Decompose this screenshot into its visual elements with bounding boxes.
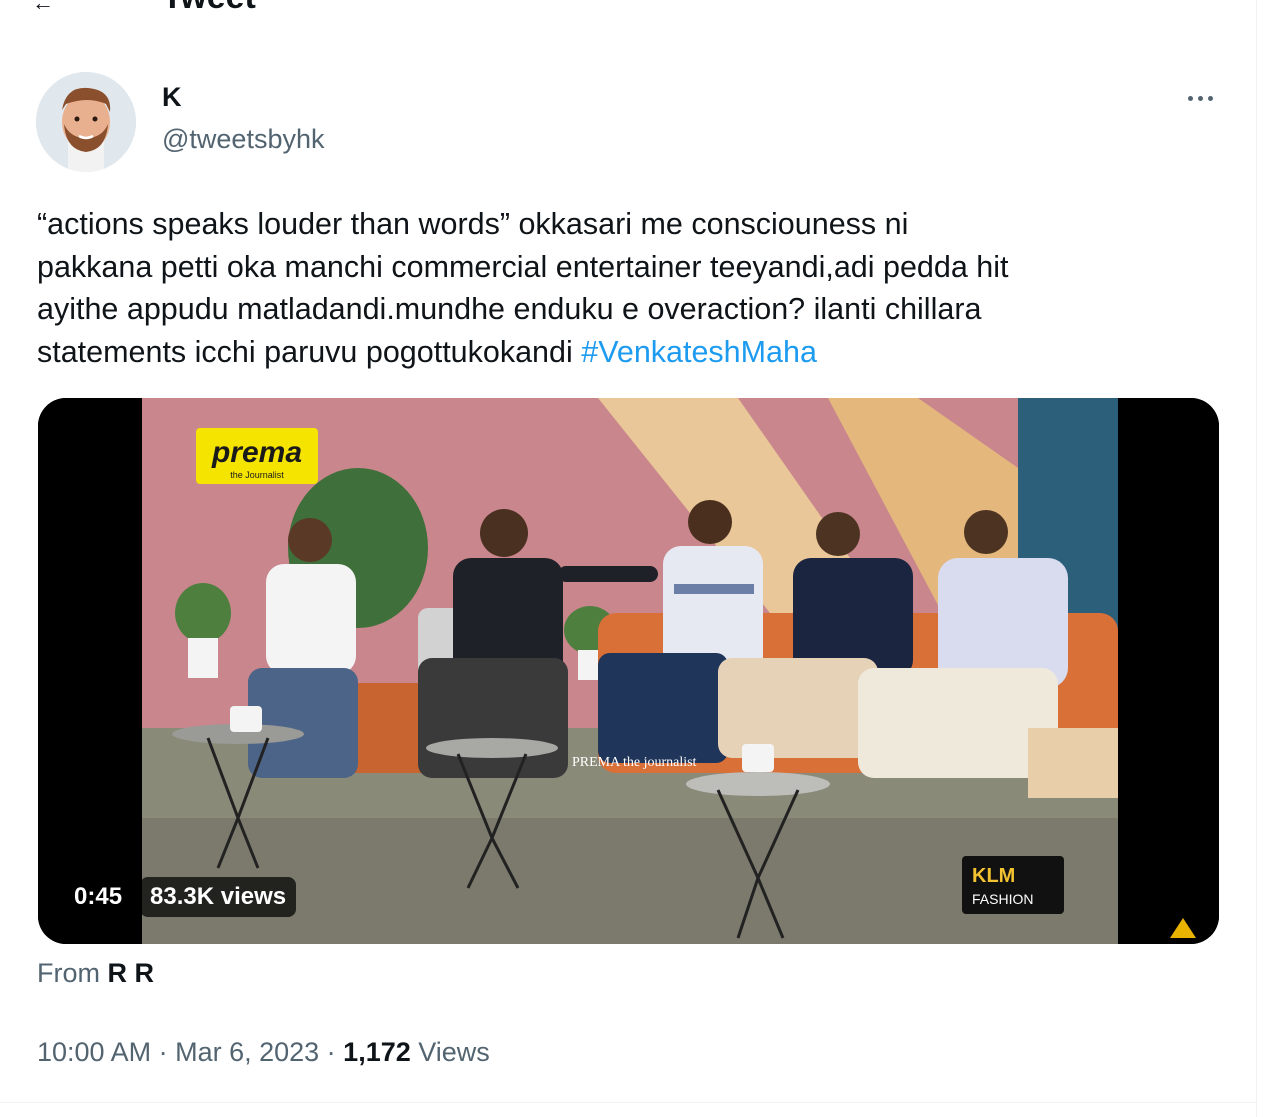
video-caption: PREMA the journalist	[572, 755, 697, 770]
more-horizontal-icon[interactable]	[1180, 84, 1220, 112]
sponsor-logo-top: KLM	[972, 865, 1015, 887]
source-name[interactable]: R R	[108, 958, 155, 988]
tweet-body: “actions speaks louder than words” okkas…	[37, 207, 1009, 369]
page-title: Tweet	[162, 0, 256, 17]
meta-separator: ·	[151, 1037, 176, 1067]
video-duration: 0:45	[64, 877, 133, 917]
tweet-page: ← Tweet K @tweetsbyhk “actions speaks lo…	[0, 0, 1257, 1117]
tweet-time[interactable]: 10:00 AM	[37, 1037, 151, 1067]
video-view-count: 83.3K views	[140, 877, 297, 917]
video-overlay-badges: 0:45 83.3K views	[64, 877, 297, 917]
divider	[0, 1102, 1256, 1103]
prema-logo-subtext: the Journalist	[230, 470, 284, 480]
prema-logo-text: prema	[211, 436, 302, 469]
meta-separator: ·	[319, 1037, 344, 1067]
views-label: Views	[410, 1037, 490, 1067]
tweet-text: “actions speaks louder than words” okkas…	[37, 203, 1237, 373]
author-display-name[interactable]: K	[162, 82, 182, 113]
views-count[interactable]: 1,172	[343, 1037, 411, 1067]
page-header: ← Tweet	[0, 0, 1256, 17]
sponsor-logo-bottom: FASHION	[972, 891, 1033, 907]
tweet-metadata: 10:00 AM · Mar 6, 2023 · 1,172 Views	[37, 1037, 490, 1068]
arrow-left-icon[interactable]: ←	[32, 0, 54, 14]
avatar[interactable]	[36, 72, 136, 172]
media-source: From R R	[37, 958, 154, 989]
video-player[interactable]: prema the Journalist PREMA the journalis…	[38, 398, 1219, 944]
hashtag-link[interactable]: #VenkateshMaha	[581, 335, 817, 369]
author-handle[interactable]: @tweetsbyhk	[162, 124, 324, 155]
source-label: From	[37, 958, 100, 988]
tweet-date[interactable]: Mar 6, 2023	[175, 1037, 319, 1067]
